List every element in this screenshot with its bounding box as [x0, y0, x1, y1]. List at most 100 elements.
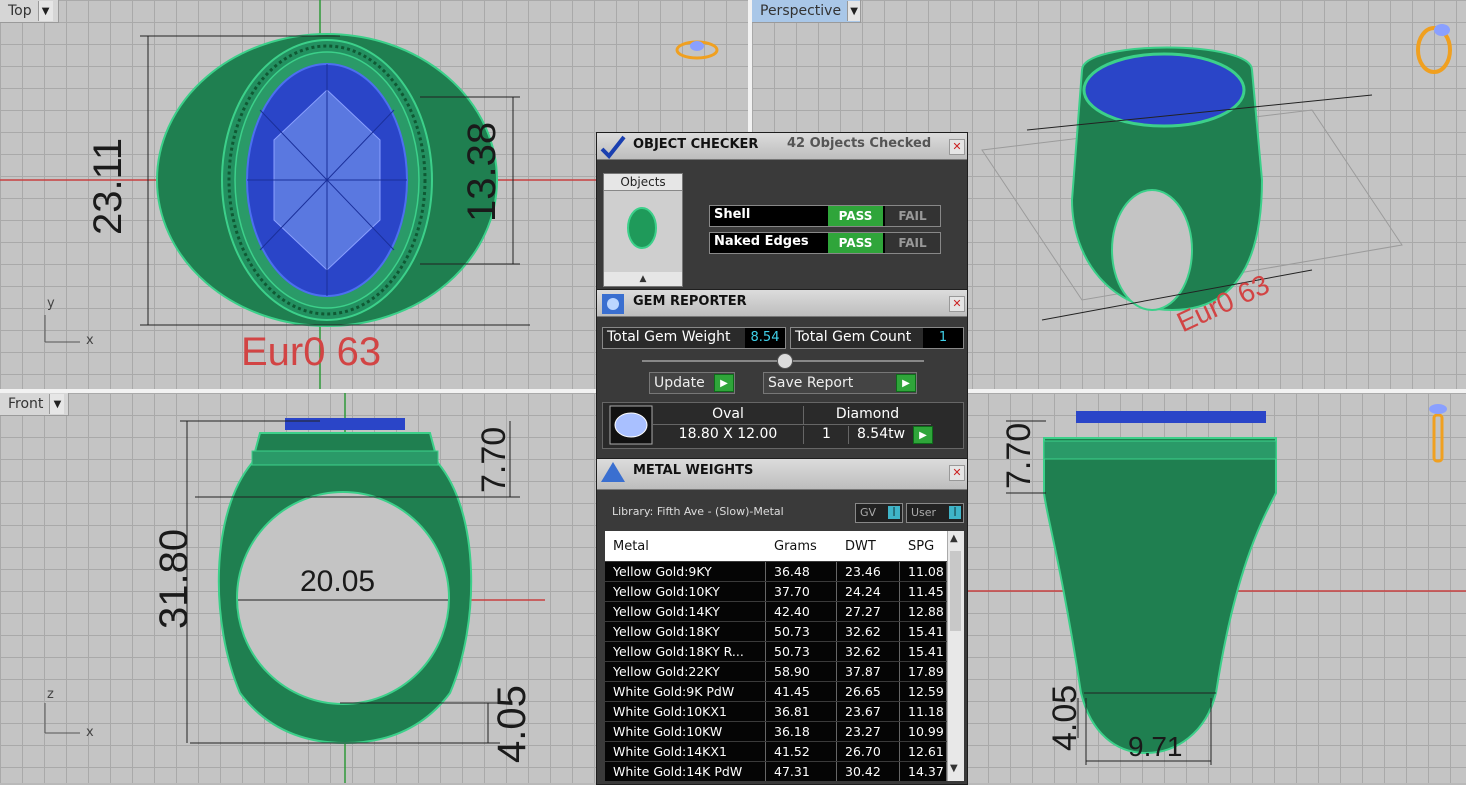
objects-thumbnail-frame[interactable]: Objects ▲ — [603, 173, 683, 287]
table-cell: 26.70 — [837, 742, 900, 761]
table-cell: 47.31 — [766, 762, 837, 781]
checkmark-icon — [600, 135, 626, 160]
table-cell: 36.81 — [766, 702, 837, 721]
gem-type: Diamond — [803, 406, 931, 425]
gem-reporter-titlebar[interactable]: GEM REPORTER ✕ — [597, 290, 967, 317]
right-view-drawing — [966, 404, 1466, 765]
gem-size: 18.80 X 12.00 — [678, 426, 778, 442]
table-row[interactable]: White Gold:10KW 36.18 23.27 10.99 — [605, 722, 963, 742]
table-cell: 23.67 — [837, 702, 900, 721]
viewport-label-front[interactable]: Front ▼ — [0, 393, 69, 416]
table-cell: 50.73 — [766, 622, 837, 641]
update-button[interactable]: Update ▶ — [649, 372, 735, 394]
table-row[interactable]: White Gold:10KX1 36.81 23.67 11.18 — [605, 702, 963, 722]
scroll-thumb[interactable] — [950, 551, 961, 631]
save-report-label: Save Report — [768, 375, 854, 391]
save-report-button[interactable]: Save Report ▶ — [763, 372, 917, 394]
gv-toggle[interactable]: GV | — [855, 503, 903, 523]
table-cell: 32.62 — [837, 622, 900, 641]
table-row[interactable]: White Gold:9K PdW 41.45 26.65 12.59 — [605, 682, 963, 702]
panel-title: OBJECT CHECKER — [633, 137, 759, 152]
table-cell: 58.90 — [766, 662, 837, 681]
dim-top-13-38: 13.38 — [460, 121, 504, 222]
table-cell: 14.37 — [900, 762, 947, 781]
table-cell: White Gold:10KX1 — [605, 702, 766, 721]
table-scrollbar[interactable]: ▲ ▼ — [947, 531, 964, 781]
table-cell: 10.99 — [900, 722, 947, 741]
chevron-down-icon[interactable]: ▼ — [37, 1, 53, 21]
pass-badge: PASS — [828, 206, 883, 226]
panel-title: METAL WEIGHTS — [633, 463, 754, 478]
metal-weights-panel: METAL WEIGHTS ✕ Library: Fifth Ave - (Sl… — [596, 458, 968, 785]
scroll-up-icon[interactable]: ▲ — [950, 533, 958, 544]
total-gem-count-value: 1 — [923, 328, 963, 348]
table-cell: Yellow Gold:9KY — [605, 562, 766, 581]
user-label: User — [911, 506, 937, 519]
table-cell: 15.41 — [900, 622, 947, 641]
objects-tab[interactable]: Objects — [604, 174, 682, 191]
play-icon[interactable]: ▶ — [714, 374, 734, 392]
table-row[interactable]: White Gold:14KX1 41.52 26.70 12.61 — [605, 742, 963, 762]
close-icon[interactable]: ✕ — [949, 465, 965, 481]
total-gem-weight-field: Total Gem Weight 8.54 — [602, 327, 786, 349]
metal-weights-titlebar[interactable]: METAL WEIGHTS ✕ — [597, 459, 967, 490]
object-checker-panel: OBJECT CHECKER 42 Objects Checked ✕ Obje… — [596, 132, 968, 291]
table-cell: 36.18 — [766, 722, 837, 741]
toggle-icon[interactable]: | — [949, 506, 961, 519]
table-cell: 11.18 — [900, 702, 947, 721]
table-cell: 12.88 — [900, 602, 947, 621]
table-row[interactable]: Yellow Gold:10KY 37.70 24.24 11.45 — [605, 582, 963, 602]
chevron-down-icon[interactable]: ▼ — [49, 394, 65, 414]
size-label-top: Eur0 63 — [241, 330, 382, 374]
table-row[interactable]: Yellow Gold:18KY 50.73 32.62 15.41 — [605, 622, 963, 642]
table-row[interactable]: Yellow Gold:9KY 36.48 23.46 11.08 — [605, 562, 963, 582]
viewport-front[interactable]: 31.80 7.70 20.05 4.05 z x Front ▼ — [0, 393, 596, 783]
axis-y-label: y — [47, 296, 55, 311]
column-header[interactable]: Metal — [613, 539, 649, 554]
viewport-label-top[interactable]: Top ▼ — [0, 0, 59, 23]
gem-slider[interactable] — [642, 353, 924, 369]
viewport-label-perspective[interactable]: Perspective ▼ — [752, 0, 861, 23]
close-icon[interactable]: ✕ — [949, 139, 965, 155]
table-cell: White Gold:10KW — [605, 722, 766, 741]
table-row[interactable]: Yellow Gold:18KY R... 50.73 32.62 15.41 — [605, 642, 963, 662]
table-row[interactable]: Yellow Gold:22KY 58.90 37.87 17.89 — [605, 662, 963, 682]
toggle-icon[interactable]: | — [888, 506, 900, 519]
dim-top-23-11: 23.11 — [86, 137, 130, 235]
scroll-down-icon[interactable]: ▼ — [950, 763, 958, 774]
table-cell: 11.08 — [900, 562, 947, 581]
chevron-down-icon[interactable]: ▼ — [847, 1, 860, 21]
column-header[interactable]: Grams — [774, 539, 817, 554]
total-gem-count-label: Total Gem Count — [795, 329, 912, 345]
total-gem-count-field: Total Gem Count 1 — [790, 327, 964, 349]
gem-list-row[interactable]: Oval Diamond 18.80 X 12.00 1 8.54tw ▶ — [602, 402, 964, 449]
close-icon[interactable]: ✕ — [949, 296, 965, 312]
scroll-up-button[interactable]: ▲ — [604, 272, 682, 286]
viewport-title: Top — [8, 3, 32, 19]
dim-right-4-05: 4.05 — [1046, 684, 1084, 751]
gem-reporter-icon — [602, 294, 624, 314]
table-cell: 32.62 — [837, 642, 900, 661]
table-cell: 15.41 — [900, 642, 947, 661]
viewport-right[interactable]: 7.70 4.05 9.71 — [966, 393, 1466, 783]
pass-badge: PASS — [828, 233, 883, 253]
metal-weights-icon — [601, 462, 625, 482]
ring-thumbnail-icon — [627, 207, 657, 249]
play-icon[interactable]: ▶ — [896, 374, 916, 392]
table-row[interactable]: White Gold:14K PdW 47.31 30.42 14.37 — [605, 762, 963, 782]
play-icon[interactable]: ▶ — [913, 426, 933, 444]
slider-handle[interactable] — [777, 353, 793, 369]
update-label: Update — [654, 375, 705, 391]
column-header[interactable]: DWT — [845, 539, 876, 554]
table-cell: 23.27 — [837, 722, 900, 741]
table-cell: Yellow Gold:22KY — [605, 662, 766, 681]
viewport-title: Front — [8, 396, 44, 412]
table-cell: 24.24 — [837, 582, 900, 601]
table-row[interactable]: Yellow Gold:14KY 42.40 27.27 12.88 — [605, 602, 963, 622]
gem-shape: Oval — [653, 406, 803, 425]
user-toggle[interactable]: User | — [906, 503, 964, 523]
table-cell: White Gold:14KX1 — [605, 742, 766, 761]
object-checker-titlebar[interactable]: OBJECT CHECKER 42 Objects Checked ✕ — [597, 133, 967, 160]
column-header[interactable]: SPG — [908, 539, 934, 554]
table-cell: 11.45 — [900, 582, 947, 601]
